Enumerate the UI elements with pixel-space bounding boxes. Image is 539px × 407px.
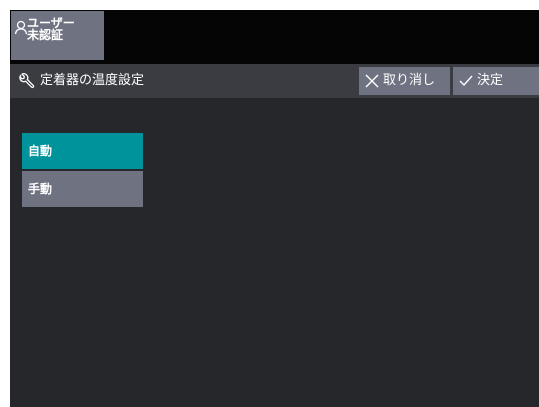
user-status-line2: 未認証 bbox=[27, 28, 64, 42]
cancel-button-label: 取り消し bbox=[383, 73, 436, 88]
ok-button-label: 決定 bbox=[477, 73, 504, 88]
device-screen: ユーザー 未認証 定着器の温度設定 取り消し 決定 自動 手動 bbox=[10, 10, 539, 407]
close-icon bbox=[365, 74, 379, 88]
top-bar: ユーザー 未認証 bbox=[10, 10, 539, 64]
check-icon bbox=[459, 75, 473, 87]
wrench-icon bbox=[19, 73, 35, 89]
option-auto-label: 自動 bbox=[28, 144, 53, 158]
page-title: 定着器の温度設定 bbox=[40, 73, 145, 88]
option-auto[interactable]: 自動 bbox=[22, 133, 143, 169]
option-manual-label: 手動 bbox=[28, 182, 53, 196]
cancel-button[interactable]: 取り消し bbox=[359, 67, 450, 95]
option-manual[interactable]: 手動 bbox=[22, 171, 143, 207]
user-login-button[interactable]: ユーザー 未認証 bbox=[11, 11, 104, 60]
ok-button[interactable]: 決定 bbox=[453, 67, 539, 95]
